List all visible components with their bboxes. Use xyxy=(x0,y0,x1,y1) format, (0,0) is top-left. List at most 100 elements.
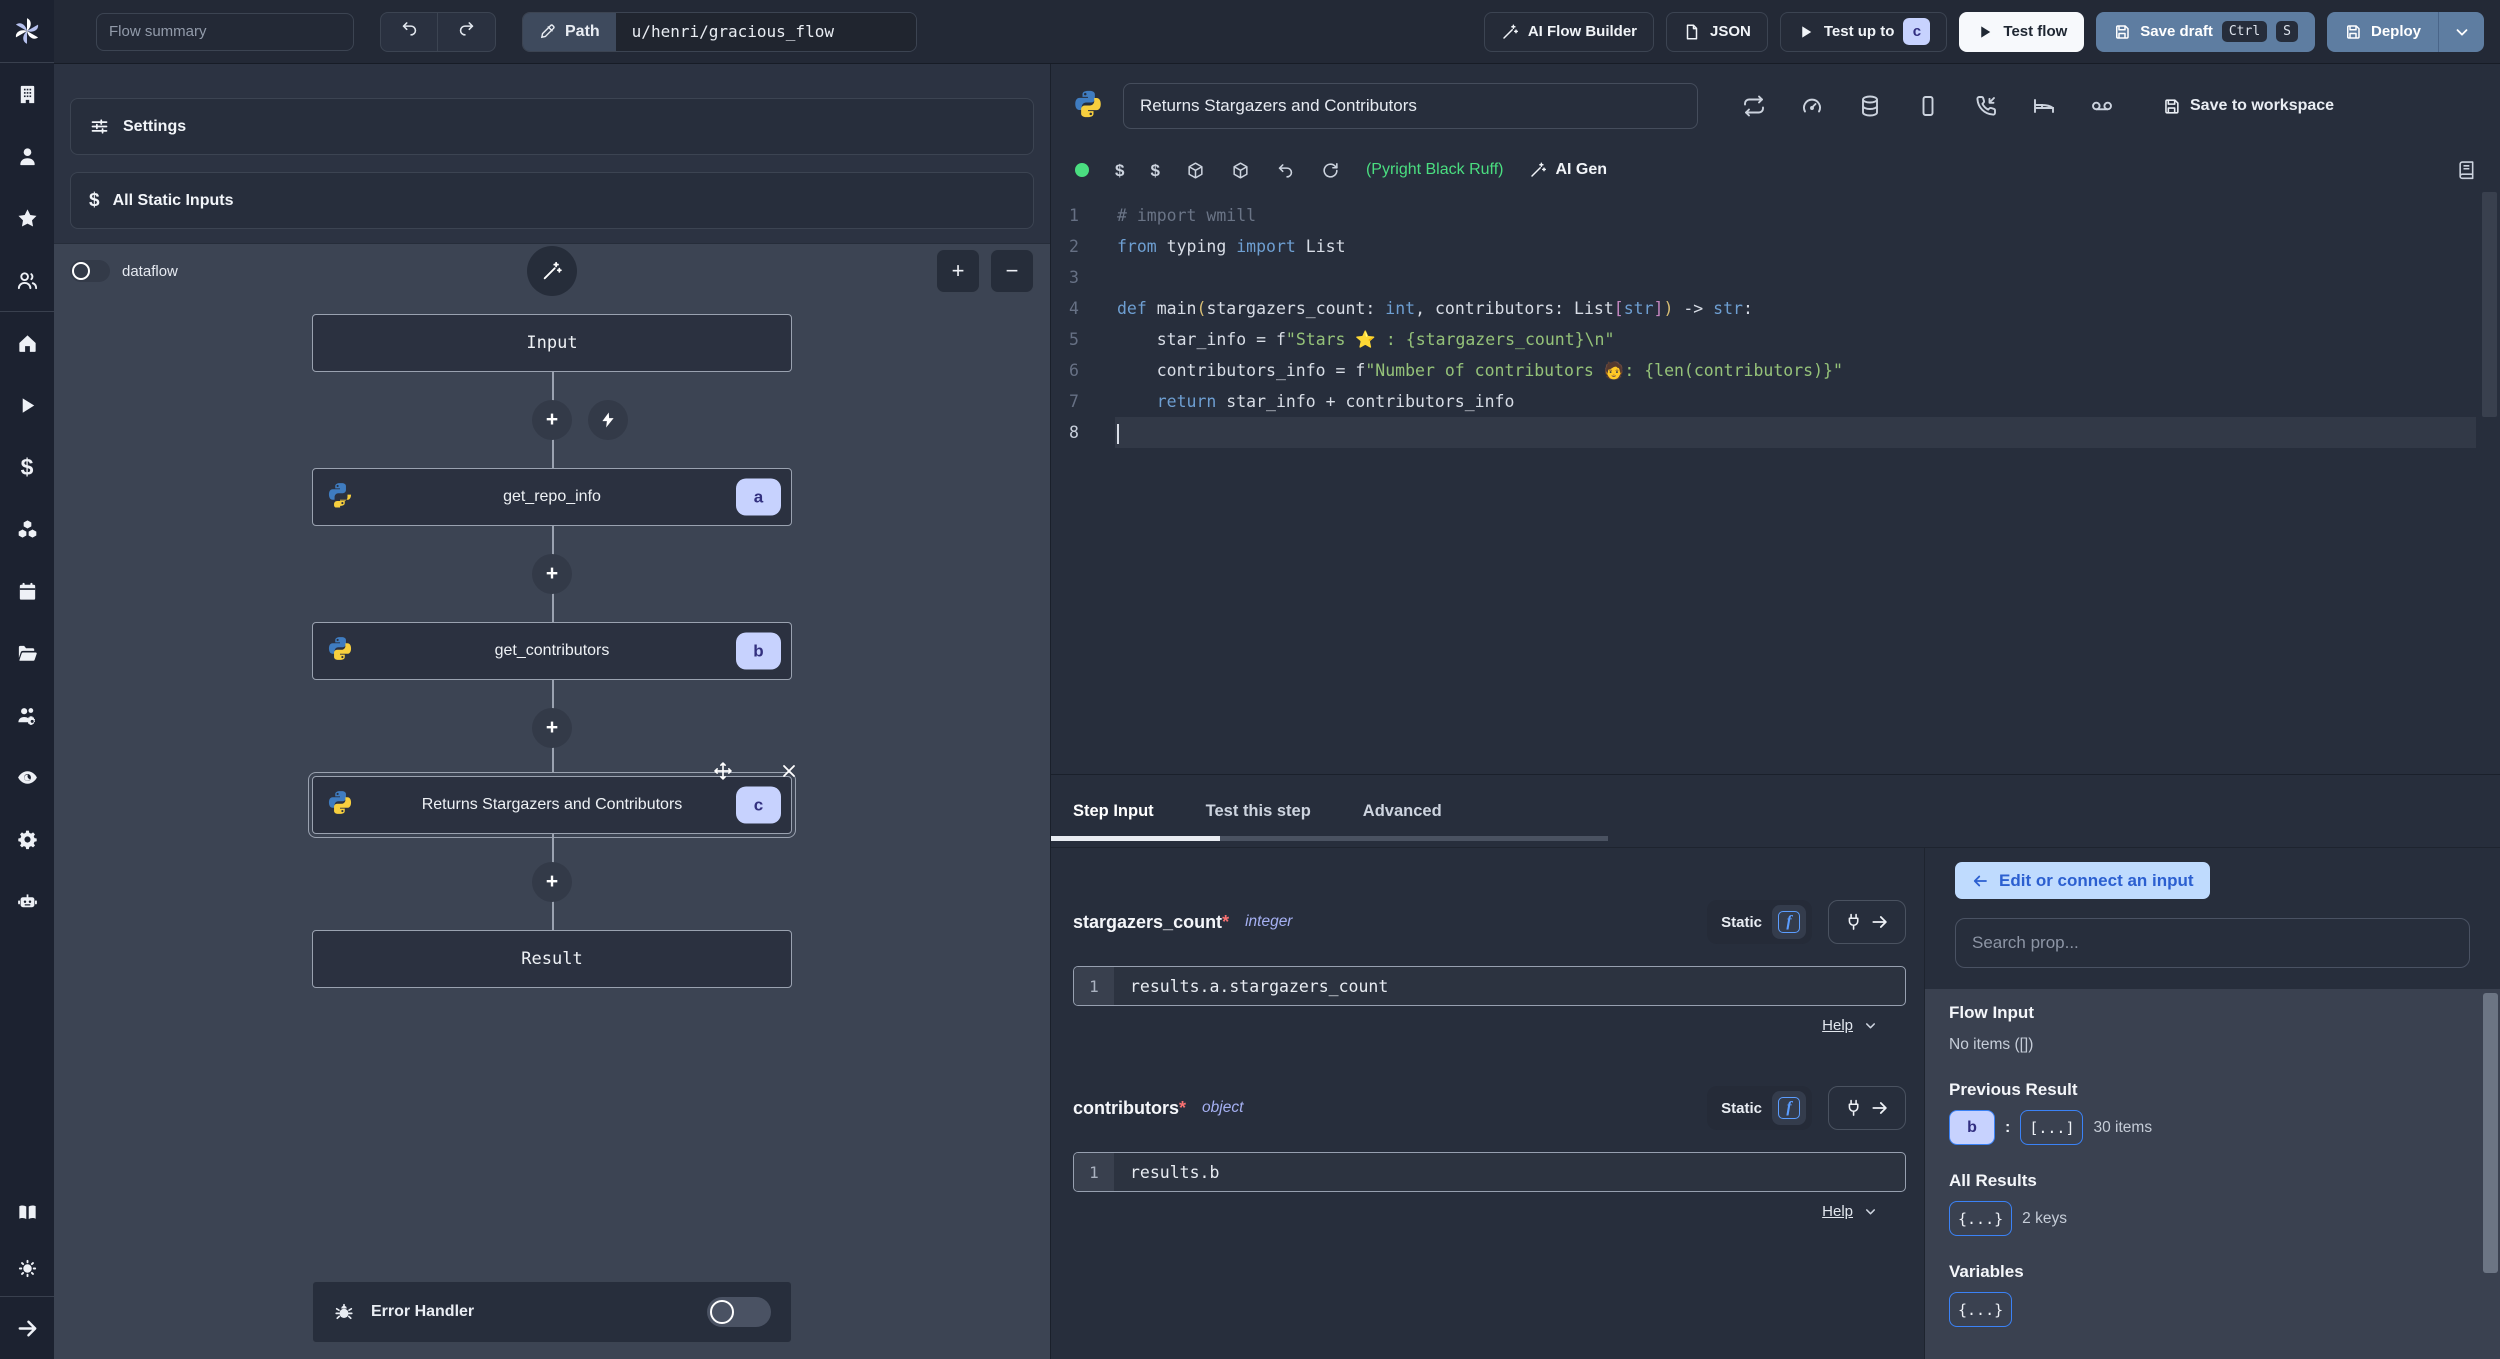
connect-input-button[interactable] xyxy=(1828,1086,1906,1130)
input-node[interactable]: Input xyxy=(312,314,792,372)
path-value[interactable]: u/henri/gracious_flow xyxy=(615,12,916,51)
function-mode-icon[interactable]: f xyxy=(1772,905,1806,939)
path-chip[interactable]: Path u/henri/gracious_flow xyxy=(522,11,917,52)
all-static-inputs-button[interactable]: $ All Static Inputs xyxy=(70,172,1034,229)
connect-input-button[interactable] xyxy=(1828,900,1906,944)
step-node-b[interactable]: get_contributors b xyxy=(312,622,792,680)
ai-wand-button[interactable] xyxy=(527,246,577,296)
collapsed-array-chip[interactable]: [...] xyxy=(2020,1110,2084,1145)
flow-summary-input[interactable] xyxy=(96,12,354,51)
error-handler-toggle[interactable] xyxy=(707,1297,771,1327)
step-node-c-selected[interactable]: Returns Stargazers and Contributors c xyxy=(312,762,795,834)
boxes-icon[interactable] xyxy=(0,498,54,560)
edit-or-connect-button[interactable]: Edit or connect an input xyxy=(1955,862,2210,899)
add-step-button[interactable]: + xyxy=(532,554,572,594)
deploy-dropdown-button[interactable] xyxy=(2438,11,2484,52)
props-scrollbar[interactable] xyxy=(2483,993,2498,1273)
test-up-to-button[interactable]: Test up to c xyxy=(1779,11,1948,52)
ai-flow-builder-button[interactable]: AI Flow Builder xyxy=(1483,11,1654,52)
package-icon[interactable] xyxy=(1231,161,1250,180)
dollar-icon[interactable]: $ xyxy=(0,436,54,498)
folder-open-icon[interactable] xyxy=(0,622,54,684)
rectangle-icon[interactable] xyxy=(1916,94,1940,118)
book-icon[interactable] xyxy=(0,1184,54,1240)
refresh-icon[interactable] xyxy=(1321,161,1340,180)
gauge-icon[interactable] xyxy=(1800,94,1824,118)
deploy-button[interactable]: Deploy xyxy=(2326,11,2438,52)
tab-advanced[interactable]: Advanced xyxy=(1363,802,1442,821)
help-link[interactable]: Help xyxy=(1822,1203,1853,1220)
dataflow-toggle[interactable] xyxy=(70,260,110,282)
zoom-in-button[interactable]: + xyxy=(936,249,980,293)
expr-input-stargazers[interactable]: 1 results.a.stargazers_count xyxy=(1073,966,1906,1006)
code-line[interactable]: star_info = f"Stars ⭐ : {stargazers_coun… xyxy=(1115,324,2500,355)
book-icon[interactable] xyxy=(2456,160,2476,180)
building-icon[interactable] xyxy=(0,63,54,125)
calendar-icon[interactable] xyxy=(0,560,54,622)
undo-button[interactable] xyxy=(381,12,438,51)
play-icon[interactable] xyxy=(0,374,54,436)
bed-icon[interactable] xyxy=(2032,94,2056,118)
code-line[interactable]: contributors_info = f"Number of contribu… xyxy=(1115,355,2500,386)
static-mode-toggle[interactable]: Static f xyxy=(1707,1086,1812,1130)
step-node-a[interactable]: get_repo_info a xyxy=(312,468,792,526)
step-title-input[interactable] xyxy=(1123,83,1698,129)
settings-button[interactable]: Settings xyxy=(70,98,1034,155)
search-prop-input[interactable] xyxy=(1955,918,2470,968)
test-flow-button[interactable]: Test flow xyxy=(1959,11,2085,52)
help-link[interactable]: Help xyxy=(1822,1017,1853,1034)
user-icon[interactable] xyxy=(0,125,54,187)
ai-gen-button[interactable]: AI Gen xyxy=(1529,161,1607,179)
dollar-icon[interactable]: $ xyxy=(1115,162,1124,179)
error-handler-node[interactable]: Error Handler xyxy=(312,1281,792,1343)
windmill-logo-icon[interactable] xyxy=(0,0,54,62)
code-line[interactable]: # import wmill xyxy=(1115,200,2500,231)
json-button[interactable]: JSON xyxy=(1666,11,1768,52)
code-line[interactable] xyxy=(1115,417,2476,448)
tab-test-this-step[interactable]: Test this step xyxy=(1206,802,1311,821)
collapsed-object-chip[interactable]: {...} xyxy=(1949,1292,2013,1327)
code-line[interactable] xyxy=(1115,262,2500,293)
code-line[interactable]: def main(stargazers_count: int, contribu… xyxy=(1115,293,2500,324)
static-mode-toggle[interactable]: Static f xyxy=(1707,900,1812,944)
result-node[interactable]: Result xyxy=(312,930,792,988)
collapsed-object-chip[interactable]: {...} xyxy=(1949,1201,2013,1236)
previous-result-key-chip[interactable]: b xyxy=(1949,1110,1995,1145)
tab-step-input[interactable]: Step Input xyxy=(1073,802,1154,821)
code-line[interactable]: return star_info + contributors_info xyxy=(1115,386,2500,417)
eye-icon[interactable] xyxy=(0,746,54,808)
voicemail-icon[interactable] xyxy=(2090,94,2114,118)
editor-scrollbar[interactable] xyxy=(2482,192,2497,417)
star-icon[interactable] xyxy=(0,187,54,249)
lint-status[interactable]: (Pyright Black Ruff) xyxy=(1366,161,1504,179)
close-icon[interactable] xyxy=(779,761,799,786)
add-step-button[interactable]: + xyxy=(532,708,572,748)
sun-theme-icon[interactable] xyxy=(0,1240,54,1296)
home-icon[interactable] xyxy=(0,312,54,374)
arrow-right-icon[interactable] xyxy=(0,1297,54,1359)
expr-value[interactable]: results.a.stargazers_count xyxy=(1114,967,1905,1005)
expr-value[interactable]: results.b xyxy=(1114,1153,1905,1191)
zoom-out-button[interactable]: − xyxy=(990,249,1034,293)
dollar-icon[interactable]: $ xyxy=(1150,162,1159,179)
redo-button[interactable] xyxy=(438,13,495,51)
robot-icon[interactable] xyxy=(0,870,54,932)
move-icon[interactable] xyxy=(713,761,733,786)
expr-input-contributors[interactable]: 1 results.b xyxy=(1073,1152,1906,1192)
phone-incoming-icon[interactable] xyxy=(1974,94,1998,118)
undo-icon[interactable] xyxy=(1276,161,1295,180)
gear-icon[interactable] xyxy=(0,808,54,870)
save-to-workspace-button[interactable]: Save to workspace xyxy=(2162,97,2334,116)
users-icon[interactable] xyxy=(0,249,54,311)
repeat-icon[interactable] xyxy=(1742,94,1766,118)
function-mode-icon[interactable]: f xyxy=(1772,1091,1806,1125)
save-draft-button[interactable]: Save draft Ctrl S xyxy=(2096,11,2315,52)
code-editor[interactable]: 12345678 # import wmill from typing impor… xyxy=(1051,192,2500,774)
add-step-button[interactable]: + xyxy=(532,400,572,440)
database-icon[interactable] xyxy=(1858,94,1882,118)
users-cog-icon[interactable] xyxy=(0,684,54,746)
trigger-bolt-button[interactable] xyxy=(588,400,628,440)
code-line[interactable]: from typing import List xyxy=(1115,231,2500,262)
package-icon[interactable] xyxy=(1186,161,1205,180)
add-step-button[interactable]: + xyxy=(532,862,572,902)
